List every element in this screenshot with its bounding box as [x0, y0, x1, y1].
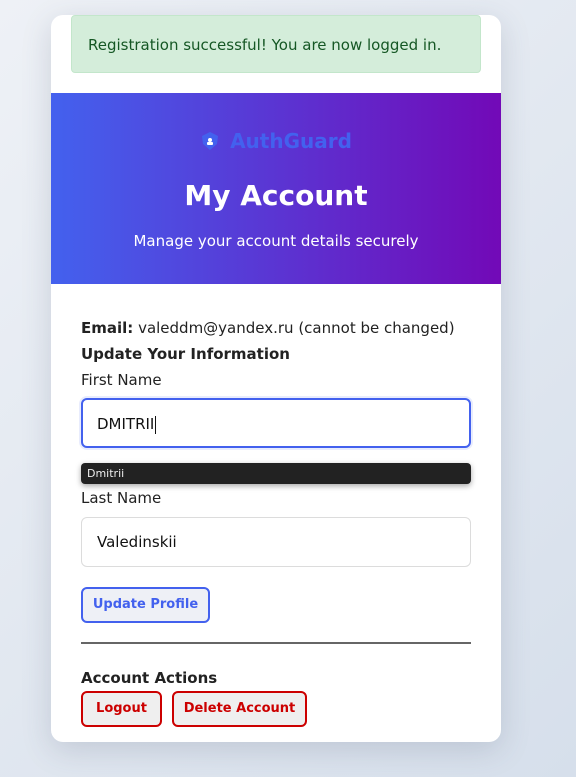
update-profile-button[interactable]: Update Profile [81, 587, 210, 623]
account-actions-title: Account Actions [81, 669, 218, 687]
page-subtitle: Manage your account details securely [133, 232, 419, 250]
last-name-value: Valedinskii [97, 533, 177, 551]
email-label: Email: [81, 319, 134, 337]
brand-name: AuthGuard [230, 129, 352, 153]
delete-account-button[interactable]: Delete Account [172, 691, 307, 727]
divider [81, 642, 471, 644]
success-alert: Registration successful! You are now log… [71, 15, 481, 73]
page-title: My Account [184, 179, 368, 212]
first-name-label: First Name [81, 371, 162, 389]
last-name-field[interactable]: Valedinskii [81, 517, 471, 567]
brand: AuthGuard [51, 129, 501, 153]
update-section-title: Update Your Information [81, 345, 290, 363]
first-name-value: DMITRII [97, 415, 155, 433]
last-name-label: Last Name [81, 489, 162, 507]
text-caret [155, 415, 157, 434]
account-header: AuthGuard My Account Manage your account… [51, 93, 501, 284]
first-name-field[interactable]: DMITRII [81, 398, 471, 448]
logout-button[interactable]: Logout [81, 691, 162, 727]
account-card: Registration successful! You are now log… [51, 15, 501, 742]
email-display: Email: valeddm@yandex.ru (cannot be chan… [81, 319, 455, 337]
shield-icon [202, 132, 219, 150]
alert-message: Registration successful! You are now log… [88, 36, 442, 54]
autofill-suggestion[interactable]: Dmitrii [81, 463, 471, 484]
email-value: valeddm@yandex.ru (cannot be changed) [138, 319, 455, 337]
